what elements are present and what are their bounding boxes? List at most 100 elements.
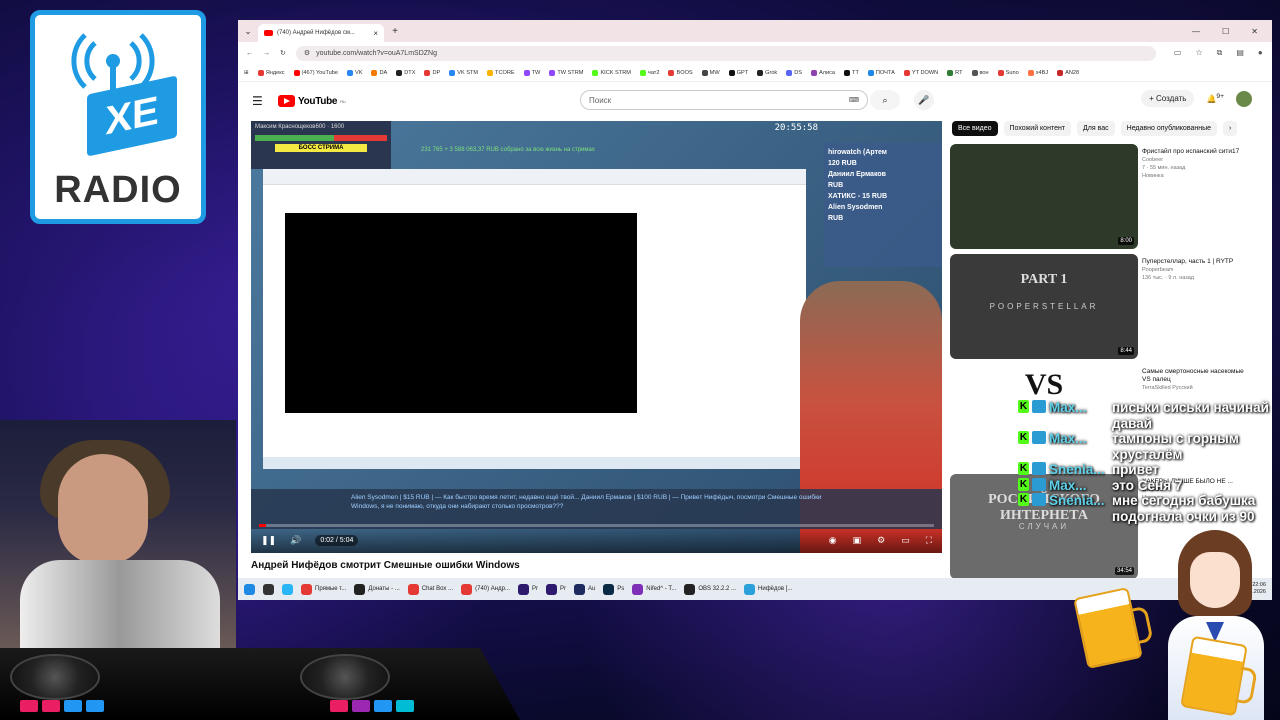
extensions-icon[interactable]: ⧉ — [1217, 48, 1223, 58]
filter-chip[interactable]: Недавно опубликованные — [1120, 121, 1218, 136]
bookmark-item[interactable]: TCORE — [487, 69, 515, 76]
apps-icon[interactable]: ⊞ — [244, 70, 249, 76]
recommendation-meta: Фристайл про испанский сити17 Coobeer 7 · … — [1142, 148, 1250, 180]
subtitles-icon[interactable]: ▣ — [853, 535, 862, 546]
recommendation-title[interactable]: Самые смертоносные насекомые VS палец — [1142, 368, 1250, 384]
notifications-icon[interactable]: 🔔9+ — [1206, 93, 1224, 104]
sidebar-icon[interactable]: ▤ — [1236, 48, 1244, 58]
back-icon[interactable]: ← — [246, 50, 253, 57]
tab-search-icon[interactable]: ⌄ — [238, 26, 258, 37]
taskbar-app[interactable]: OBS 32.2.2 ... — [684, 583, 736, 595]
close-window-icon[interactable]: ✕ — [1251, 27, 1258, 36]
forward-icon[interactable]: → — [263, 50, 270, 57]
recommendation-thumbnail[interactable]: 8:00 — [950, 144, 1138, 249]
taskbar-app[interactable]: Nifed^ - T... — [632, 583, 677, 595]
task-view-icon[interactable] — [263, 583, 274, 595]
bookmark-item[interactable]: DP — [424, 69, 440, 76]
voice-search-icon[interactable]: 🎤 — [914, 90, 934, 110]
hamburger-menu-icon[interactable]: ☰ — [252, 94, 278, 108]
taskbar-app[interactable]: Донаты - ... — [354, 583, 400, 595]
youtube-logo[interactable]: YouTube RU — [278, 95, 346, 107]
bookmark-item[interactable]: вон — [971, 69, 989, 76]
bookmark-item[interactable]: AN28 — [1057, 69, 1079, 76]
recommendation-title[interactable]: Пуперстеллар, часть 1 | RYTP — [1142, 258, 1250, 266]
reload-icon[interactable]: ↻ — [280, 49, 286, 57]
site-info-icon[interactable]: ⚙ — [304, 49, 310, 57]
bookmark-star-icon[interactable]: ☆ — [1195, 48, 1202, 58]
tab-active[interactable]: (740) Андрей Нифёдов см... × — [258, 24, 384, 42]
taskbar-app-icon — [301, 583, 312, 595]
bookmark-item[interactable]: Grok — [757, 69, 777, 76]
taskbar-app[interactable]: Прямые т... — [301, 583, 346, 595]
chat-text: тампоны с горным хрусталём — [1112, 431, 1239, 462]
filter-chip[interactable]: Похожий контент — [1003, 121, 1072, 136]
address-bar[interactable]: ⚙ youtube.com/watch?v=ouA7LmSDZNg — [295, 45, 1156, 61]
bookmark-item[interactable]: (467) YouTube — [293, 69, 338, 76]
volume-icon[interactable]: 🔊 — [290, 535, 301, 546]
overlay-name: Максим Краснощеков600 · 1600 — [255, 124, 345, 130]
bookmark-item[interactable]: TT — [844, 69, 859, 76]
create-button[interactable]: + Создать — [1141, 90, 1195, 107]
bookmark-item[interactable]: YT DOWN — [903, 69, 938, 76]
bookmark-item[interactable]: ПОЧТА — [867, 69, 895, 76]
taskbar-app[interactable]: Ps — [603, 583, 624, 595]
taskbar-app-label: Nifed^ - T... — [646, 586, 677, 592]
miniplayer-icon[interactable]: ▭ — [901, 535, 910, 546]
keyboard-icon[interactable]: ⌨ — [849, 96, 859, 104]
taskbar-app[interactable]: Au — [573, 583, 595, 595]
taskbar-app[interactable]: Chat Box ... — [407, 583, 453, 595]
taskbar-app[interactable]: Нифёдов [... — [744, 583, 792, 595]
channel-name[interactable]: Coobeer — [1142, 156, 1250, 164]
pause-icon[interactable]: ❚❚ — [261, 535, 276, 546]
channel-name[interactable]: Pooperbeam — [1142, 266, 1250, 274]
bookmark-item[interactable]: KICK STRM — [592, 69, 631, 76]
bookmark-item[interactable]: BOOS — [668, 69, 693, 76]
close-tab-icon[interactable]: × — [373, 29, 378, 38]
bookmark-item[interactable]: DTX — [396, 69, 415, 76]
bookmark-item[interactable]: DA — [371, 69, 387, 76]
taskbar-app[interactable]: (740) Андр... — [461, 583, 510, 595]
bookmark-item[interactable]: x4BJ — [1027, 69, 1048, 76]
taskbar-app[interactable]: Pr — [545, 583, 566, 595]
widgets-icon[interactable] — [282, 583, 293, 595]
fullscreen-icon[interactable]: ⛶ — [926, 535, 932, 546]
filter-chip[interactable]: Все видео — [952, 121, 998, 136]
bookmark-item[interactable]: Яндекс — [257, 69, 285, 76]
bookmark-item[interactable]: MW — [701, 69, 720, 76]
profile-icon[interactable]: ● — [1258, 48, 1263, 58]
bookmark-item[interactable]: чат2 — [639, 69, 659, 76]
recommendation-item[interactable]: PART 1 POOPERSTELLAR 8:44 Пуперстеллар, час… — [950, 254, 1250, 359]
bookmark-item[interactable]: TW STRM — [549, 69, 583, 76]
bookmark-item[interactable]: VK STM — [449, 69, 478, 76]
start-icon[interactable] — [244, 583, 255, 595]
bookmark-item[interactable]: VK — [347, 69, 362, 76]
youtube-play-icon — [278, 95, 295, 107]
search-input[interactable]: Поиск ⌨ — [580, 90, 868, 110]
recommendation-item[interactable]: 8:00 Фристайл про испанский сити17 Coobeer… — [950, 144, 1250, 249]
bookmark-item[interactable]: DS — [786, 69, 802, 76]
bookmark-item[interactable]: GPT — [728, 69, 748, 76]
bookmark-item[interactable]: Suno — [997, 69, 1019, 76]
video-player[interactable]: Максим Краснощеков600 · 1600 БОСС СТРИМА… — [251, 121, 942, 553]
minimize-icon[interactable]: — — [1192, 27, 1200, 36]
maximize-icon[interactable]: ☐ — [1222, 27, 1229, 36]
taskbar-app[interactable]: Pr — [517, 583, 538, 595]
new-tab-button[interactable]: + — [384, 26, 406, 37]
autoplay-icon[interactable]: ◉ — [829, 535, 837, 546]
chat-badges: K Snenia... — [1018, 493, 1108, 524]
search-button[interactable]: ⌕ — [870, 90, 900, 110]
bookmark-item[interactable]: RT — [947, 69, 963, 76]
settings-gear-icon[interactable]: ⚙ — [877, 535, 885, 546]
recommendation-title[interactable]: Фристайл про испанский сити17 — [1142, 148, 1250, 156]
bookmark-item[interactable]: Алиса — [811, 69, 835, 76]
recommendation-thumbnail[interactable]: PART 1 POOPERSTELLAR 8:44 — [950, 254, 1138, 359]
avatar[interactable] — [1236, 90, 1252, 107]
chips-next-icon[interactable]: › — [1223, 121, 1238, 136]
channel-name[interactable]: TerraSkilled Русский — [1142, 384, 1250, 392]
search-icon: ⌕ — [882, 95, 888, 105]
bookmark-item[interactable]: TW — [523, 69, 540, 76]
cast-icon[interactable]: ▭ — [1174, 48, 1182, 58]
filter-chip[interactable]: Для вас — [1077, 121, 1115, 136]
inner-taskbar — [263, 457, 806, 469]
bookmark-favicon-icon — [592, 69, 599, 76]
